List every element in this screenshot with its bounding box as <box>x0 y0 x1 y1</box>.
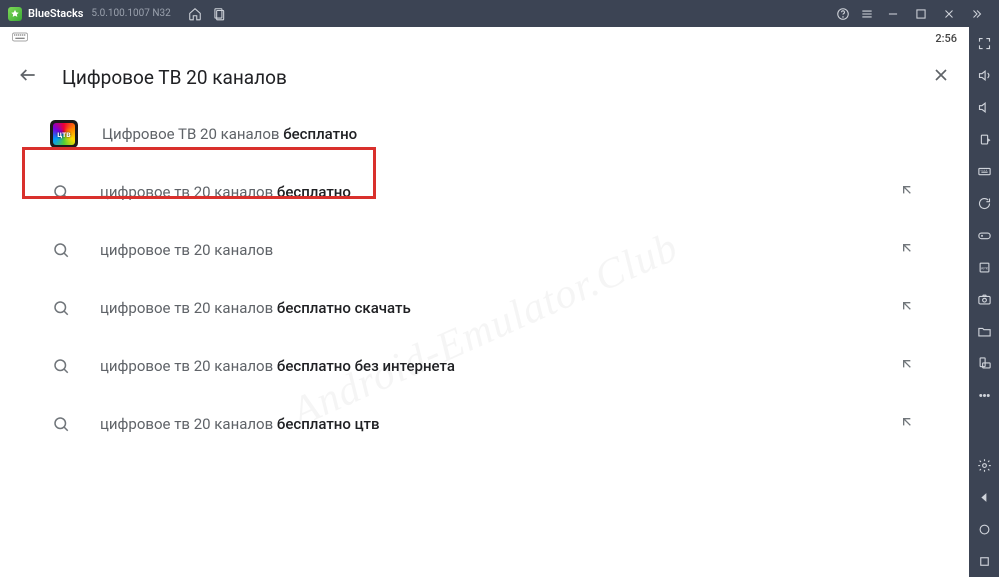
fullscreen-icon[interactable] <box>974 33 994 53</box>
menu-button[interactable] <box>855 2 879 26</box>
clear-search-icon[interactable] <box>931 65 951 89</box>
settings-icon[interactable] <box>974 455 994 475</box>
back-icon[interactable] <box>974 487 994 507</box>
search-icon <box>50 181 72 203</box>
android-statusbar: 2:56 <box>0 27 969 49</box>
search-icon <box>50 413 72 435</box>
lock-cursor-icon[interactable] <box>974 129 994 149</box>
insert-arrow-icon[interactable] <box>899 182 919 202</box>
volume-up-icon[interactable] <box>974 65 994 85</box>
game-controls-icon[interactable] <box>974 225 994 245</box>
app-icon: цтв <box>50 120 78 148</box>
suggestion-row[interactable]: цифровое тв 20 каналов бесплатно скачать <box>0 279 969 337</box>
close-window-button[interactable] <box>935 2 963 26</box>
suggestion-text: цифровое тв 20 каналов бесплатно без инт… <box>100 357 899 375</box>
insert-arrow-icon[interactable] <box>899 240 919 260</box>
maximize-button[interactable] <box>907 2 935 26</box>
suggestion-text: цифровое тв 20 каналов бесплатно <box>100 183 899 201</box>
back-arrow-icon[interactable] <box>18 65 38 89</box>
version-text: 5.0.100.1007 N32 <box>91 8 170 19</box>
brand-name: BlueStacks <box>28 7 83 20</box>
insert-arrow-icon[interactable] <box>899 414 919 434</box>
rotate-icon[interactable] <box>974 353 994 373</box>
install-apk-icon[interactable]: APK <box>974 257 994 277</box>
media-folder-icon[interactable] <box>974 321 994 341</box>
keyboard-indicator-icon <box>12 32 28 45</box>
collapse-sidebar-button[interactable] <box>963 2 991 26</box>
search-icon <box>50 297 72 319</box>
insert-arrow-icon[interactable] <box>899 298 919 318</box>
emulator-screen: 2:56 Цифровое ТВ 20 каналов цтв Цифровое… <box>0 27 969 577</box>
insert-arrow-icon[interactable] <box>899 356 919 376</box>
bluestacks-logo <box>8 7 22 21</box>
search-query[interactable]: Цифровое ТВ 20 каналов <box>62 66 907 89</box>
screenshot-icon[interactable] <box>974 289 994 309</box>
svg-text:APK: APK <box>980 266 988 270</box>
search-results: цтв Цифровое ТВ 20 каналов бесплатно циф… <box>0 105 969 453</box>
suggestion-text: цифровое тв 20 каналов бесплатно цтв <box>100 415 899 433</box>
recents-button[interactable] <box>207 2 231 26</box>
more-icon[interactable] <box>974 385 994 405</box>
suggestion-text: цифровое тв 20 каналов <box>100 241 899 259</box>
suggestion-row[interactable]: цифровое тв 20 каналов <box>0 221 969 279</box>
overview-icon[interactable] <box>974 551 994 571</box>
side-toolbar: APK <box>969 27 999 577</box>
volume-down-icon[interactable] <box>974 97 994 117</box>
sync-icon[interactable] <box>974 193 994 213</box>
search-icon <box>50 239 72 261</box>
app-result[interactable]: цтв Цифровое ТВ 20 каналов бесплатно <box>0 105 969 163</box>
suggestion-text: цифровое тв 20 каналов бесплатно скачать <box>100 299 899 317</box>
suggestion-row[interactable]: цифровое тв 20 каналов бесплатно без инт… <box>0 337 969 395</box>
home-icon[interactable] <box>974 519 994 539</box>
minimize-button[interactable] <box>879 2 907 26</box>
search-header: Цифровое ТВ 20 каналов <box>0 49 969 105</box>
app-result-text: Цифровое ТВ 20 каналов бесплатно <box>102 125 919 143</box>
search-icon <box>50 355 72 377</box>
help-button[interactable] <box>831 2 855 26</box>
clock: 2:56 <box>935 32 957 45</box>
suggestion-row[interactable]: цифровое тв 20 каналов бесплатно цтв <box>0 395 969 453</box>
suggestion-row[interactable]: цифровое тв 20 каналов бесплатно <box>0 163 969 221</box>
keyboard-controls-icon[interactable] <box>974 161 994 181</box>
window-titlebar: BlueStacks 5.0.100.1007 N32 <box>0 0 999 27</box>
home-button[interactable] <box>183 2 207 26</box>
